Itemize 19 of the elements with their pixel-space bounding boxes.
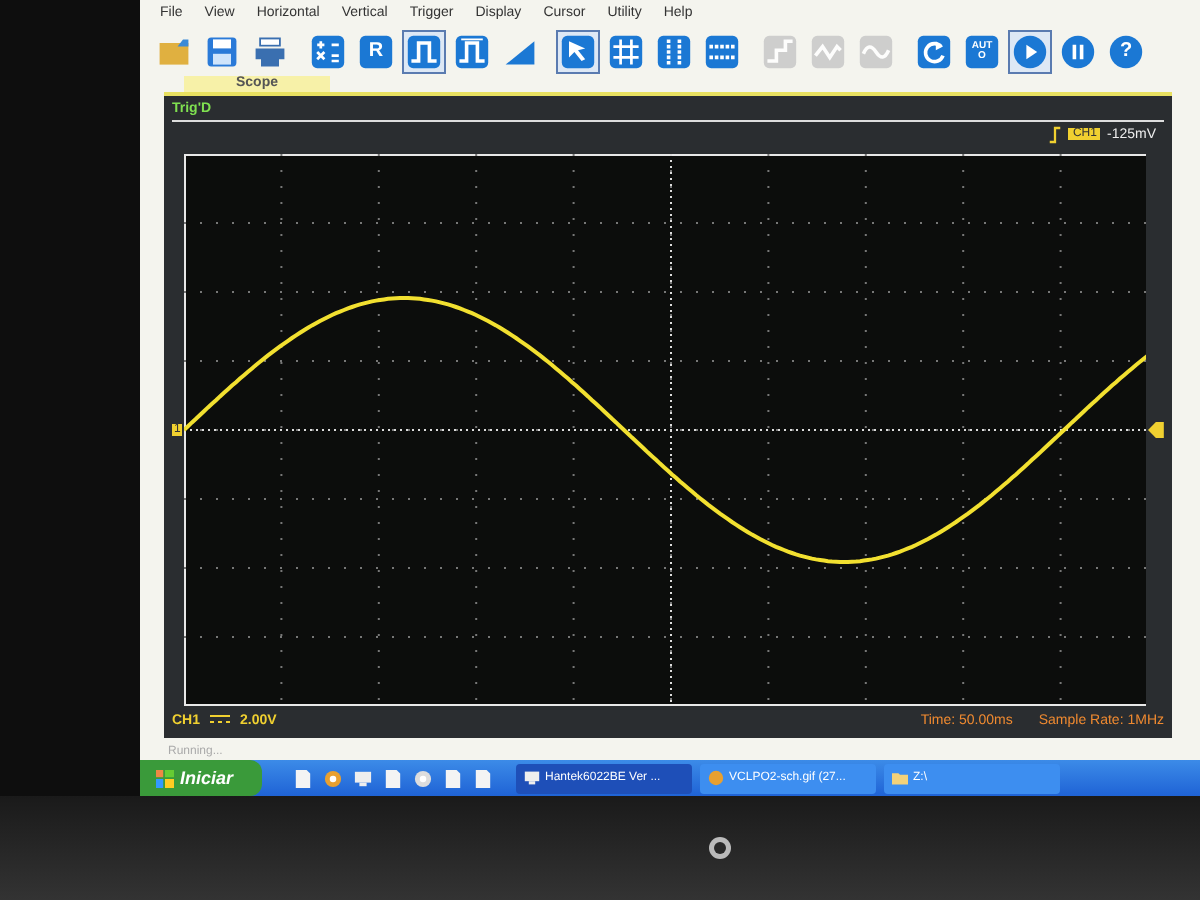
cursor-icon[interactable]: [556, 29, 600, 74]
logo-icon: [708, 836, 732, 860]
browser-icon: [707, 770, 724, 786]
document-icon[interactable]: [383, 769, 402, 787]
start-button[interactable]: Iniciar: [140, 760, 262, 796]
rising-edge-icon: [1048, 125, 1063, 143]
play-icon[interactable]: [1008, 29, 1052, 74]
monitor-icon: [523, 770, 540, 786]
notepad-icon[interactable]: [443, 769, 462, 787]
folder-icon: [891, 770, 908, 786]
dc-coupling-icon: [210, 714, 231, 726]
browser-icon[interactable]: [323, 769, 342, 787]
app-icon[interactable]: [293, 769, 312, 787]
file-icon[interactable]: [473, 769, 492, 787]
windows-logo-icon: [156, 769, 174, 787]
disc-icon[interactable]: [413, 769, 432, 787]
monitor-icon[interactable]: [353, 769, 372, 787]
pulse-icon[interactable]: [402, 29, 446, 74]
trigger-marker-icon: [1148, 422, 1164, 438]
